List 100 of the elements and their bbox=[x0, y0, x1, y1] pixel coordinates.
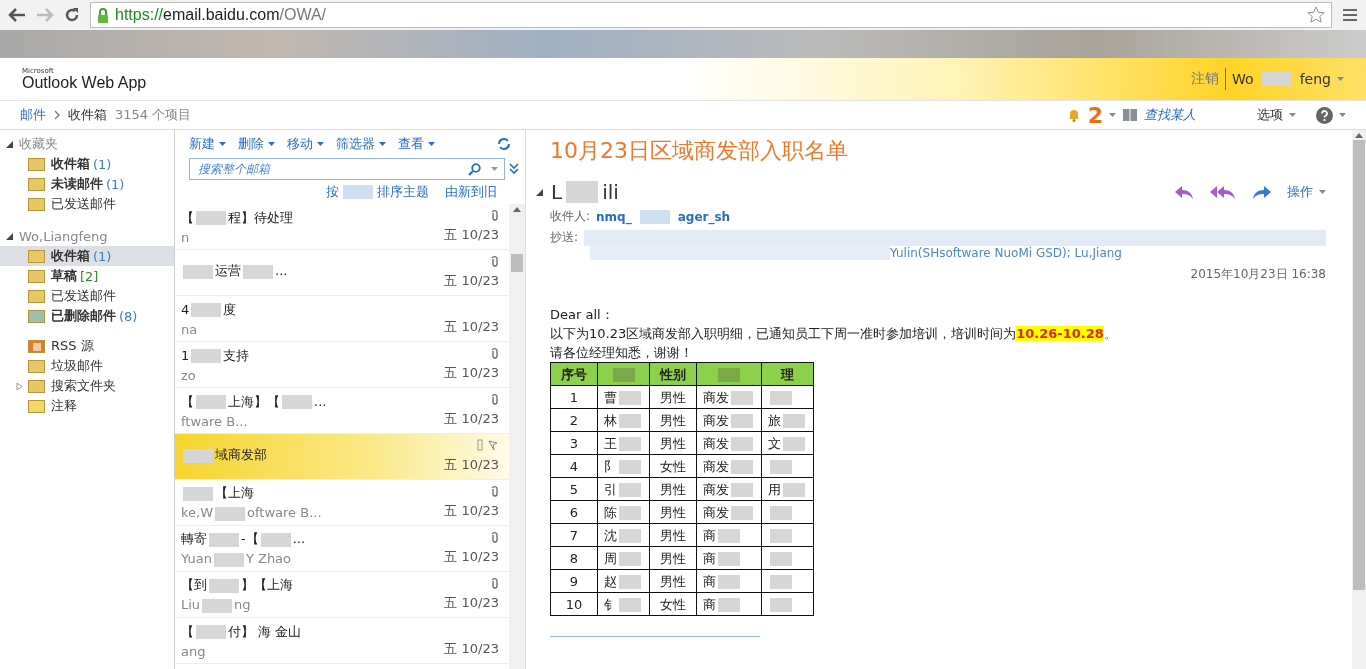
flag-icon[interactable] bbox=[477, 439, 499, 451]
message-row[interactable]: 【 付】 海 金山 ang 五 10/23 bbox=[175, 618, 509, 664]
message-row[interactable]: 【 程】待处理 n 五 10/23 bbox=[175, 204, 509, 250]
sort-order-link[interactable]: 由新到旧 bbox=[445, 183, 497, 201]
menu-icon[interactable] bbox=[1342, 8, 1358, 22]
folder-group-header[interactable]: 收藏夹 bbox=[0, 134, 174, 154]
table-cell: 女性 bbox=[649, 454, 697, 478]
mail-breadcrumb-link[interactable]: 邮件 bbox=[20, 106, 46, 124]
reply-all-icon[interactable] bbox=[1209, 184, 1237, 200]
recipient-name[interactable]: ager_sh bbox=[677, 209, 731, 224]
address-book-icon[interactable] bbox=[1122, 107, 1138, 123]
subject-text: 域商发部 bbox=[215, 447, 267, 462]
expand-triangle-icon[interactable] bbox=[6, 232, 13, 240]
folder-item[interactable]: 草稿 [2] bbox=[0, 266, 174, 286]
search-field[interactable]: 搜索整个邮箱 bbox=[196, 161, 458, 177]
actions-menu[interactable]: 操作 bbox=[1287, 183, 1313, 201]
sender-name[interactable]: ili bbox=[602, 180, 619, 204]
expand-icon[interactable] bbox=[509, 163, 519, 175]
scrollbar-thumb[interactable] bbox=[511, 254, 523, 272]
refresh-icon[interactable] bbox=[497, 137, 511, 151]
caret-icon[interactable] bbox=[379, 142, 386, 146]
reply-icon[interactable] bbox=[1173, 184, 1195, 200]
subject-text: 上海】【 bbox=[228, 393, 280, 409]
sort-label[interactable]: 排序主题 bbox=[377, 183, 429, 201]
group-title-text[interactable]: Wo,Liangfeng bbox=[19, 228, 108, 244]
folder-item[interactable]: 未读邮件 (1) bbox=[0, 174, 174, 194]
caret-icon[interactable] bbox=[1339, 113, 1346, 117]
table-cell: 男性 bbox=[649, 431, 697, 455]
table-cell: 7 bbox=[550, 523, 598, 547]
caret-icon[interactable] bbox=[219, 142, 226, 146]
message-row[interactable]: 4 度 na 五 10/23 bbox=[175, 296, 509, 342]
scroll-up-icon[interactable] bbox=[1355, 133, 1363, 138]
scrollbar[interactable] bbox=[1352, 130, 1366, 669]
folder-item[interactable]: 注释 bbox=[0, 396, 174, 416]
date-text: 五 10/23 bbox=[444, 318, 499, 336]
message-row[interactable]: 【上海 ke,W oftware B... 五 10/23 bbox=[175, 480, 509, 526]
table-cell: 曹 bbox=[604, 389, 617, 405]
find-someone-link[interactable]: 查找某人 bbox=[1144, 106, 1196, 124]
folder-item[interactable]: 搜索文件夹 bbox=[0, 376, 174, 396]
folder-group-header[interactable]: Wo,Liangfeng bbox=[0, 226, 174, 246]
redaction-block bbox=[731, 391, 753, 405]
toolbar-menu[interactable]: 查看 bbox=[398, 135, 435, 153]
sent-date: 2015年10月23日 16:38 bbox=[1189, 266, 1326, 283]
options-menu[interactable]: 选项 bbox=[1257, 106, 1283, 124]
subject-text: 【 bbox=[181, 623, 194, 639]
toolbar-menu[interactable]: 筛选器 bbox=[336, 135, 386, 153]
forward-icon[interactable] bbox=[1251, 184, 1273, 200]
redaction-block bbox=[183, 448, 213, 463]
search-box[interactable]: 搜索整个邮箱 bbox=[189, 158, 505, 180]
caret-icon[interactable] bbox=[491, 167, 498, 171]
scrollbar[interactable] bbox=[509, 204, 525, 669]
folder-item[interactable]: RSS 源 bbox=[0, 336, 174, 356]
caret-icon[interactable] bbox=[268, 142, 275, 146]
folder-icon bbox=[28, 157, 45, 171]
caret-icon[interactable] bbox=[1337, 77, 1344, 81]
caret-icon[interactable] bbox=[1319, 190, 1326, 194]
message-row[interactable]: 【到 】【上海 Liu ng 五 10/23 bbox=[175, 572, 509, 618]
user-name-start[interactable]: Wo bbox=[1232, 71, 1254, 87]
message-row[interactable]: 轉寄 -【 ... Yuan Y Zhao 五 10/23 bbox=[175, 526, 509, 572]
message-row[interactable]: 运营 ... 五 10/23 bbox=[175, 250, 509, 296]
address-bar[interactable]: https://email.baidu.com/OWA/ bbox=[90, 2, 1332, 28]
toolbar-menu[interactable]: 移动 bbox=[287, 135, 324, 153]
scrollbar-thumb[interactable] bbox=[1353, 140, 1365, 590]
table-cell: 陈 bbox=[604, 504, 617, 520]
sort-label[interactable]: 按 bbox=[326, 183, 339, 201]
star-icon[interactable] bbox=[1307, 6, 1325, 24]
expand-triangle-icon[interactable] bbox=[6, 140, 13, 148]
redaction-block bbox=[619, 575, 641, 589]
cc-recipients[interactable]: Yulin(SHsoftware NuoMi GSD); Lu,Jiang bbox=[890, 246, 1122, 260]
caret-icon[interactable] bbox=[1289, 113, 1296, 117]
reload-icon[interactable] bbox=[64, 7, 80, 23]
folder-item[interactable]: 已发送邮件 bbox=[0, 286, 174, 306]
folder-item[interactable]: 垃圾邮件 bbox=[0, 356, 174, 376]
table-cell: 赵 bbox=[604, 573, 617, 589]
sender-name[interactable]: L bbox=[551, 180, 563, 204]
caret-icon[interactable] bbox=[428, 142, 435, 146]
group-title-text[interactable]: 收藏夹 bbox=[19, 135, 58, 153]
toolbar-menu[interactable]: 删除 bbox=[238, 135, 275, 153]
message-row[interactable]: 1 支持 zo 五 10/23 bbox=[175, 342, 509, 388]
folder-item[interactable]: 收件箱 (1) bbox=[0, 246, 174, 266]
user-name-end[interactable]: feng bbox=[1299, 71, 1331, 87]
back-icon[interactable] bbox=[8, 8, 26, 22]
date-text: 五 10/23 bbox=[444, 502, 499, 520]
recipient-name[interactable]: nmq_ bbox=[596, 209, 632, 224]
subject-text: 【 bbox=[181, 393, 194, 409]
caret-icon[interactable] bbox=[317, 142, 324, 146]
redaction-block bbox=[731, 506, 753, 520]
folder-item[interactable]: 收件箱 (1) bbox=[0, 154, 174, 174]
caret-icon[interactable] bbox=[1109, 113, 1116, 117]
help-icon[interactable] bbox=[1316, 106, 1333, 124]
table-cell: 钅 bbox=[604, 596, 617, 612]
redaction-block bbox=[619, 414, 641, 428]
redaction-block bbox=[202, 598, 233, 613]
expand-triangle-icon[interactable] bbox=[536, 188, 543, 196]
folder-item[interactable]: 已发送邮件 bbox=[0, 194, 174, 214]
toolbar-menu[interactable]: 新建 bbox=[189, 135, 226, 153]
search-icon[interactable] bbox=[468, 162, 481, 176]
message-row[interactable]: 域商发部 五 10/23 bbox=[175, 434, 509, 480]
folder-item[interactable]: 已删除邮件 (8) bbox=[0, 306, 174, 326]
scroll-up-icon[interactable] bbox=[513, 207, 521, 212]
